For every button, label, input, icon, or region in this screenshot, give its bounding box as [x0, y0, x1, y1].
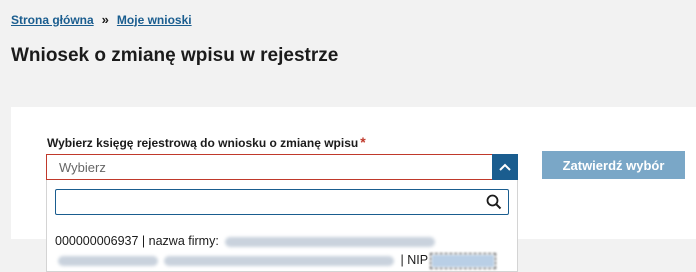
- dropdown-option[interactable]: 000000006937 | nazwa firmy: | NIP: [55, 232, 505, 270]
- chevron-up-icon: [499, 163, 511, 171]
- redacted-nip: [430, 252, 497, 269]
- register-select-label-text: Wybierz księgę rejestrową do wniosku o z…: [47, 136, 359, 150]
- page-title: Wniosek o zmianę wpisu w rejestrze: [11, 45, 339, 66]
- confirm-selection-button[interactable]: Zatwierdź wybór: [542, 151, 685, 179]
- nip-label: NIP: [407, 253, 429, 267]
- register-select-value: Wybierz: [59, 160, 106, 175]
- redacted-company-name-line: [164, 255, 394, 266]
- select-toggle-button[interactable]: [492, 154, 518, 180]
- breadcrumb-separator: »: [101, 12, 109, 27]
- company-name-label: nazwa firmy:: [148, 234, 219, 248]
- required-mark: *: [360, 134, 366, 150]
- dropdown-search: [55, 189, 509, 216]
- breadcrumb-home-link[interactable]: Strona główna: [11, 13, 94, 27]
- register-number: 000000006937: [55, 234, 139, 248]
- search-icon[interactable]: [486, 194, 502, 210]
- option-separator: |: [141, 234, 146, 248]
- redacted-company-name: [225, 236, 436, 247]
- register-dropdown: 000000006937 | nazwa firmy: | NIP: [46, 180, 518, 272]
- breadcrumb-current-link[interactable]: Moje wnioski: [117, 13, 192, 27]
- breadcrumb: Strona główna » Moje wnioski: [11, 12, 192, 27]
- redacted-company-name-line: [58, 255, 158, 266]
- dropdown-search-input[interactable]: [56, 190, 484, 216]
- option-separator: |: [400, 253, 404, 267]
- register-select[interactable]: Wybierz: [46, 154, 518, 180]
- register-select-label: Wybierz księgę rejestrową do wniosku o z…: [47, 134, 366, 150]
